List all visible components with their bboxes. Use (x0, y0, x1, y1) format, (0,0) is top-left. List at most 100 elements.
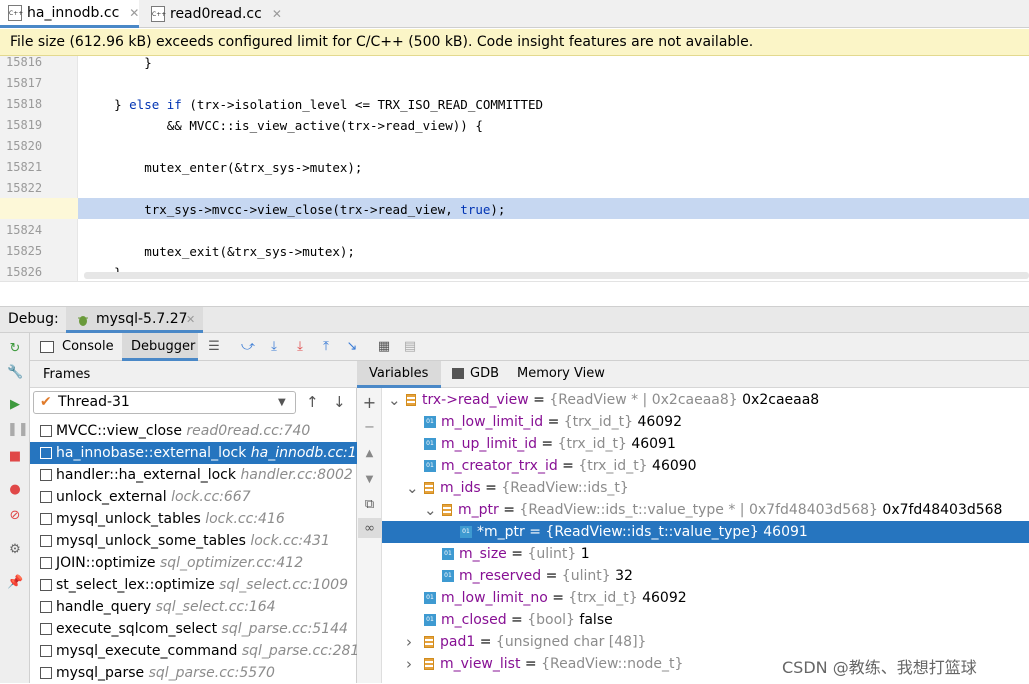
tab-memory-view[interactable]: Memory View (517, 366, 605, 381)
chevron-down-icon[interactable]: ⌄ (424, 499, 437, 521)
variable-type: {trx_id_t} (578, 458, 648, 474)
variables-panel: Variables GDB Memory View + − ▲ ▼ ⧉ ∞ ⌄ t… (357, 361, 1029, 683)
variable-row[interactable]: 01 *m_ptr = {ReadView::ids_t::value_type}… (382, 521, 1029, 543)
frame-row[interactable]: JOIN::optimize sql_optimizer.cc:412 (30, 552, 357, 574)
frame-location: sql_select.cc:1009 (219, 577, 348, 593)
previous-frame-icon[interactable]: ↑ (306, 393, 319, 411)
debug-session-tab[interactable]: mysql-5.7.27 ✕ (66, 307, 203, 333)
frame-location: lock.cc:431 (250, 533, 330, 549)
frame-icon (40, 557, 52, 569)
debugger-toolbar: Console Debugger ☰ ⤻ ⤓ ⤓ ⤒ ↘ ▦ ▤ (30, 333, 1029, 361)
close-icon[interactable]: ✕ (186, 313, 195, 326)
variable-row[interactable]: 01 m_reserved = {ulint} 32 (382, 565, 1029, 587)
frame-row[interactable]: mysql_execute_command sql_parse.cc:2816 (30, 640, 357, 662)
gear-icon[interactable]: ⚙ (7, 542, 23, 558)
evaluate-expression-icon[interactable]: ▦ (376, 338, 392, 356)
tab-console[interactable]: Console (62, 339, 114, 354)
variable-type: {ReadView::ids_t::value_type * | 0x7fd48… (519, 502, 878, 518)
thread-selector[interactable]: ✔ Thread-31 ▼ (33, 391, 296, 414)
stop-icon[interactable]: ■ (7, 449, 23, 465)
frame-row[interactable]: MVCC::view_close read0read.cc:740 (30, 420, 357, 442)
variable-row[interactable]: ⌄ m_ptr = {ReadView::ids_t::value_type * … (382, 499, 1029, 521)
close-icon[interactable]: ✕ (272, 7, 282, 21)
editor-bottom-area (0, 281, 1029, 306)
variable-row[interactable]: 01 m_size = {ulint} 1 (382, 543, 1029, 565)
tab-debugger[interactable]: Debugger (122, 333, 198, 361)
pause-icon[interactable]: ❚❚ (7, 422, 29, 438)
frame-row[interactable]: unlock_external lock.cc:667 (30, 486, 357, 508)
show-execution-point-icon[interactable]: ⤻ (240, 338, 256, 356)
code-line: && MVCC::is_view_active(trx->read_view))… (84, 118, 483, 133)
close-icon[interactable]: ✕ (129, 6, 139, 20)
frame-location: lock.cc:667 (171, 489, 251, 505)
frame-function: st_select_lex::optimize (56, 577, 215, 593)
resume-icon[interactable]: ▶ (7, 397, 23, 413)
pin-icon[interactable]: 📌 (7, 575, 23, 591)
line-gutter: 1581615817158181581915820158211582215823… (0, 56, 78, 281)
variable-row[interactable]: 01 m_low_limit_id = {trx_id_t} 46092 (382, 411, 1029, 433)
variable-type: {trx_id_t} (557, 436, 627, 452)
tab-variables-label: Variables (369, 366, 429, 381)
tab-variables[interactable]: Variables (357, 361, 441, 388)
variable-row[interactable]: 01 m_closed = {bool} false (382, 609, 1029, 631)
frame-row[interactable]: mysql_parse sql_parse.cc:5570 (30, 662, 357, 684)
copy-icon[interactable]: ⧉ (362, 497, 377, 512)
step-into-icon[interactable]: ⤓ (292, 338, 308, 356)
cpp-file-icon: C++ (151, 6, 166, 22)
chevron-down-icon[interactable]: ⌄ (406, 477, 419, 499)
tab-ha-innodb[interactable]: C++ ha_innodb.cc ✕ (0, 0, 139, 28)
step-over-icon[interactable]: ⤓ (266, 338, 282, 356)
frame-row[interactable]: execute_sqlcom_select sql_parse.cc:5144 (30, 618, 357, 640)
variables-toolbar: + − ▲ ▼ ⧉ ∞ (357, 388, 382, 683)
frame-row[interactable]: st_select_lex::optimize sql_select.cc:10… (30, 574, 357, 596)
tab-label: read0read.cc (170, 6, 262, 22)
rerun-icon[interactable]: ↻ (7, 341, 23, 357)
wrench-icon[interactable]: 🔧 (7, 365, 23, 381)
primitive-field-icon: 01 (442, 548, 454, 560)
tab-gdb[interactable]: GDB (470, 366, 499, 381)
primitive-field-icon: 01 (424, 460, 436, 472)
frame-row[interactable]: handle_query sql_select.cc:164 (30, 596, 357, 618)
bug-icon (76, 313, 90, 327)
frame-function: execute_sqlcom_select (56, 621, 218, 637)
variable-value: 46090 (652, 458, 697, 474)
remove-watch-icon[interactable]: − (362, 420, 377, 435)
variable-row[interactable]: › pad1 = {unsigned char [48]} (382, 631, 1029, 653)
add-watch-icon[interactable]: + (362, 395, 377, 411)
chevron-right-icon[interactable]: › (406, 631, 412, 653)
tab-read0read[interactable]: C++ read0read.cc ✕ (143, 0, 285, 28)
line-number: 15818 (6, 97, 43, 111)
line-number: 15820 (6, 139, 43, 153)
code-editor[interactable]: 1581615817158181581915820158211582215823… (0, 56, 1029, 281)
layout-icon[interactable]: ▤ (402, 338, 418, 356)
variable-name: m_low_limit_no (441, 590, 548, 606)
tab-debugger-label: Debugger (131, 339, 196, 354)
variable-type: {trx_id_t} (568, 590, 638, 606)
variable-row[interactable]: 01 m_low_limit_no = {trx_id_t} 46092 (382, 587, 1029, 609)
variable-row[interactable]: 01 m_up_limit_id = {trx_id_t} 46091 (382, 433, 1029, 455)
view-breakpoints-icon[interactable]: ● (7, 482, 23, 498)
frame-row[interactable]: ha_innobase::external_lock ha_innodb.cc:… (30, 442, 357, 464)
move-up-icon[interactable]: ▲ (362, 446, 377, 461)
next-frame-icon[interactable]: ↓ (333, 393, 346, 411)
glasses-icon[interactable]: ∞ (362, 521, 377, 536)
variable-row[interactable]: 01 m_creator_trx_id = {trx_id_t} 46090 (382, 455, 1029, 477)
watermark: CSDN @教练、我想打篮球 (782, 658, 977, 677)
step-out-icon[interactable]: ⤒ (318, 338, 334, 356)
variable-name: trx->read_view (422, 392, 529, 408)
menu-icon[interactable]: ☰ (206, 338, 222, 356)
frame-function: unlock_external (56, 489, 167, 505)
move-down-icon[interactable]: ▼ (362, 472, 377, 487)
check-icon: ✔ (40, 394, 52, 410)
frame-row[interactable]: handler::ha_external_lock handler.cc:800… (30, 464, 357, 486)
mute-breakpoints-icon[interactable]: ⊘ (7, 508, 23, 524)
variable-row[interactable]: ⌄ m_ids = {ReadView::ids_t} (382, 477, 1029, 499)
horizontal-scrollbar[interactable] (84, 272, 1029, 279)
variable-row[interactable]: ⌄ trx->read_view = {ReadView * | 0x2caeaa… (382, 389, 1029, 411)
chevron-right-icon[interactable]: › (406, 653, 412, 675)
chevron-down-icon[interactable]: ⌄ (388, 389, 401, 411)
debug-label: Debug: (8, 311, 59, 327)
run-to-cursor-icon[interactable]: ↘ (344, 338, 360, 356)
frame-row[interactable]: mysql_unlock_tables lock.cc:416 (30, 508, 357, 530)
frame-row[interactable]: mysql_unlock_some_tables lock.cc:431 (30, 530, 357, 552)
